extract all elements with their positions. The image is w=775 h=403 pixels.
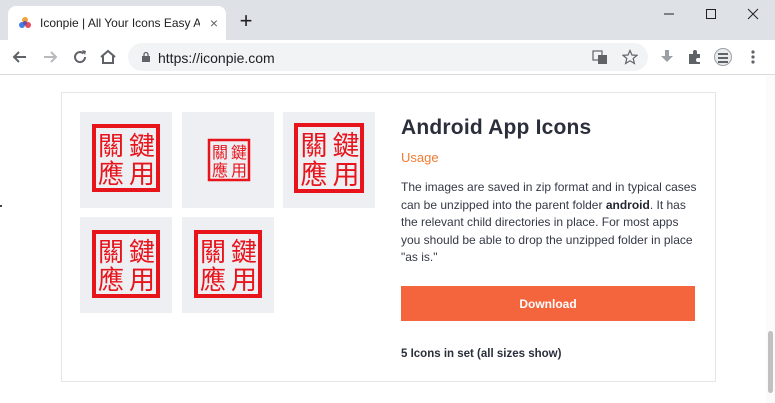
seal-icon: 鍵 用 關 應 bbox=[194, 230, 262, 298]
icon-set-title: Android App Icons bbox=[401, 116, 592, 139]
maximize-icon[interactable] bbox=[696, 4, 726, 24]
close-window-icon[interactable] bbox=[738, 4, 768, 24]
iconpie-favicon-icon bbox=[19, 17, 31, 28]
icon-preview-tile[interactable]: 鍵 用 關 應 bbox=[80, 217, 172, 313]
seal-glyph: 用 bbox=[231, 266, 257, 296]
icon-preview-tile[interactable]: 鍵 用 關 應 bbox=[182, 217, 274, 313]
seal-icon: 鍵 用 關 應 bbox=[294, 123, 364, 193]
seal-glyph: 關 bbox=[212, 143, 228, 162]
edge-mark bbox=[0, 205, 2, 207]
page-scrollbar[interactable] bbox=[766, 75, 775, 403]
seal-glyph: 用 bbox=[129, 160, 155, 190]
lock-icon bbox=[142, 51, 150, 62]
reload-icon[interactable] bbox=[70, 47, 90, 67]
seal-glyph: 鍵 bbox=[231, 238, 257, 268]
seal-glyph: 鍵 bbox=[231, 143, 247, 162]
new-tab-button[interactable]: + bbox=[234, 10, 258, 34]
browser-tab[interactable]: Iconpie | All Your Icons Easy As × bbox=[8, 6, 226, 40]
tab-title: Iconpie | All Your Icons Easy As bbox=[40, 16, 200, 30]
seal-icon: 鍵 用 關 應 bbox=[92, 230, 160, 298]
usage-heading: Usage bbox=[401, 150, 439, 165]
tab-close-icon[interactable]: × bbox=[206, 15, 222, 31]
icon-count-text: 5 Icons in set (all sizes show) bbox=[401, 348, 562, 360]
seal-glyph: 應 bbox=[98, 160, 124, 190]
browser-menu-icon[interactable] bbox=[744, 48, 762, 66]
bookmark-star-icon[interactable] bbox=[622, 49, 638, 65]
seal-glyph: 關 bbox=[301, 131, 328, 162]
minimize-icon[interactable] bbox=[654, 4, 684, 24]
extensions-puzzle-icon[interactable] bbox=[686, 48, 704, 66]
seal-glyph: 鍵 bbox=[129, 132, 155, 162]
download-extension-icon[interactable] bbox=[658, 48, 676, 66]
seal-glyph: 關 bbox=[200, 238, 226, 268]
page-content: 鍵 用 關 應 鍵 用 關 應 鍵 用 關 應 鍵 用 關 應 鍵 用 關 應 … bbox=[0, 75, 775, 403]
seal-glyph: 用 bbox=[333, 160, 360, 191]
seal-glyph: 應 bbox=[301, 160, 328, 191]
usage-description: The images are saved in zip format and i… bbox=[401, 179, 701, 267]
seal-glyph: 鍵 bbox=[129, 238, 155, 268]
address-bar[interactable]: https://iconpie.com bbox=[128, 43, 648, 71]
seal-glyph: 用 bbox=[129, 266, 155, 296]
seal-glyph: 應 bbox=[98, 266, 124, 296]
back-arrow-icon[interactable] bbox=[10, 47, 30, 67]
seal-icon: 鍵 用 關 應 bbox=[207, 138, 251, 182]
forward-arrow-icon[interactable] bbox=[40, 47, 60, 67]
icon-set-card: 鍵 用 關 應 鍵 用 關 應 鍵 用 關 應 鍵 用 關 應 鍵 用 關 應 … bbox=[61, 92, 716, 382]
seal-glyph: 關 bbox=[98, 132, 124, 162]
url-text: https://iconpie.com bbox=[158, 50, 275, 66]
seal-icon: 鍵 用 關 應 bbox=[92, 124, 160, 192]
browser-titlebar: Iconpie | All Your Icons Easy As × + bbox=[0, 0, 775, 40]
seal-glyph: 鍵 bbox=[333, 131, 360, 162]
icon-preview-tile[interactable]: 鍵 用 關 應 bbox=[283, 112, 375, 208]
icon-preview-tile[interactable]: 鍵 用 關 應 bbox=[182, 112, 274, 208]
seal-glyph: 用 bbox=[231, 161, 247, 180]
seal-glyph: 關 bbox=[98, 238, 124, 268]
seal-glyph: 應 bbox=[200, 266, 226, 296]
browser-toolbar: https://iconpie.com bbox=[0, 40, 775, 75]
icon-preview-tile[interactable]: 鍵 用 關 應 bbox=[80, 112, 172, 208]
download-button[interactable]: Download bbox=[401, 286, 695, 321]
description-bold-folder: android bbox=[605, 197, 650, 212]
home-icon[interactable] bbox=[98, 47, 118, 67]
scrollbar-thumb[interactable] bbox=[768, 331, 773, 393]
seal-glyph: 應 bbox=[212, 161, 228, 180]
profile-avatar-icon[interactable] bbox=[714, 48, 732, 66]
translate-icon[interactable] bbox=[592, 49, 608, 65]
